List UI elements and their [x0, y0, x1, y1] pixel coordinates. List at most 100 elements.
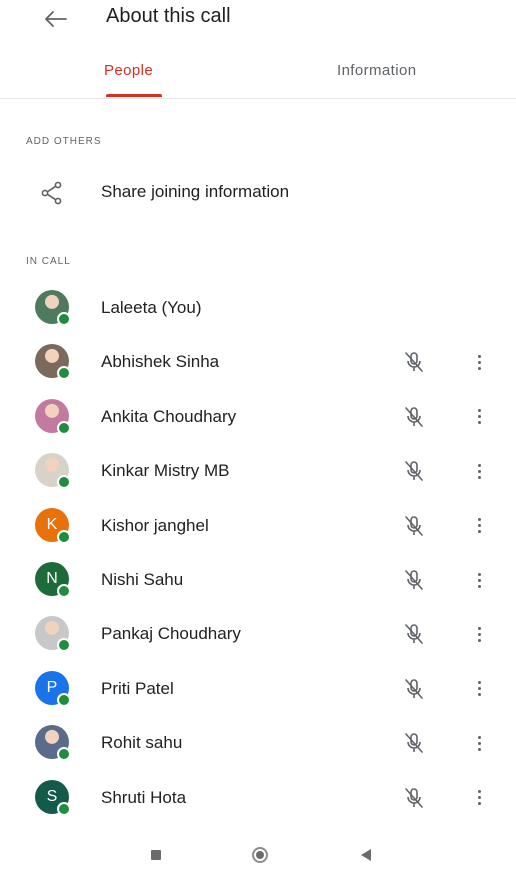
- more-dot: [477, 530, 481, 534]
- mic-off-icon[interactable]: [401, 621, 427, 647]
- participant-row[interactable]: Rohit sahu: [0, 717, 516, 771]
- share-joining-info-label: Share joining information: [101, 182, 290, 201]
- mic-off-icon[interactable]: [401, 676, 427, 702]
- online-status-dot: [57, 801, 71, 816]
- participant-row[interactable]: P Priti Patel: [0, 663, 516, 717]
- more-dot: [477, 415, 481, 419]
- more-dot: [477, 741, 481, 745]
- share-joining-info-button[interactable]: Share joining information: [0, 170, 516, 214]
- mic-off-icon[interactable]: [401, 458, 427, 484]
- online-status-dot: [57, 747, 71, 762]
- app-header: About this call: [0, 0, 516, 40]
- online-status-dot: [57, 638, 71, 653]
- avatar: N: [35, 562, 71, 598]
- online-status-dot: [57, 584, 71, 598]
- tab-information[interactable]: Information: [337, 62, 416, 79]
- more-options-icon[interactable]: [467, 513, 491, 539]
- more-dot: [477, 518, 481, 522]
- more-dot: [477, 421, 481, 425]
- participant-name: Kinkar Mistry MB: [101, 461, 230, 481]
- more-options-icon[interactable]: [467, 676, 491, 702]
- avatar: [35, 453, 71, 490]
- page-title: About this call: [106, 5, 231, 27]
- participant-name: Pankaj Choudhary: [101, 624, 241, 644]
- more-dot: [477, 366, 481, 370]
- avatar: [35, 290, 71, 326]
- mic-off-icon[interactable]: [401, 513, 427, 539]
- system-navigation-bar: [0, 832, 516, 870]
- participant-name: Rohit sahu: [101, 733, 183, 753]
- more-options-icon[interactable]: [467, 730, 491, 756]
- participant-name: Kishor janghel: [101, 515, 209, 535]
- more-dot: [477, 524, 481, 528]
- more-dot: [477, 796, 481, 800]
- more-dot: [477, 747, 481, 751]
- participant-row[interactable]: K Kishor janghel: [0, 500, 516, 554]
- participant-name: Abhishek Sinha: [101, 352, 220, 372]
- more-dot: [477, 578, 481, 582]
- tab-bar: People Information: [0, 50, 516, 99]
- more-dot: [477, 687, 481, 691]
- more-dot: [477, 463, 481, 467]
- online-status-dot: [57, 420, 71, 435]
- participant-row[interactable]: N Nishi Sahu: [0, 554, 516, 608]
- participant-row[interactable]: S Shruti Hota: [0, 772, 516, 826]
- participant-row[interactable]: Ankita Choudhary: [0, 391, 516, 445]
- avatar: [35, 344, 71, 381]
- more-dot: [477, 681, 481, 685]
- online-status-dot: [57, 366, 71, 381]
- avatar: K: [35, 507, 71, 544]
- more-options-icon[interactable]: [467, 458, 491, 484]
- more-options-icon[interactable]: [467, 567, 491, 593]
- avatar: [35, 398, 71, 435]
- more-options-icon[interactable]: [467, 404, 491, 430]
- participant-row[interactable]: Kinkar Mistry MB: [0, 445, 516, 499]
- more-dot: [477, 409, 481, 413]
- more-dot: [477, 802, 481, 806]
- more-dot: [477, 638, 481, 642]
- add-others-section-label: ADD OTHERS: [26, 136, 102, 147]
- in-call-section-label: IN CALL: [26, 256, 71, 267]
- more-dot: [477, 572, 481, 576]
- tab-people[interactable]: People: [104, 62, 153, 79]
- mic-off-icon[interactable]: [401, 404, 427, 430]
- participant-row[interactable]: Abhishek Sinha: [0, 336, 516, 390]
- participant-name: Laleeta (You): [101, 298, 202, 317]
- mic-off-icon[interactable]: [401, 349, 427, 375]
- square-icon[interactable]: [151, 850, 161, 860]
- mic-off-icon[interactable]: [401, 567, 427, 593]
- share-icon: [41, 181, 62, 205]
- avatar: [35, 616, 71, 653]
- more-dot: [477, 354, 481, 358]
- more-dot: [477, 626, 481, 630]
- participant-name: Nishi Sahu: [101, 570, 184, 589]
- participant-row[interactable]: Pankaj Choudhary: [0, 608, 516, 662]
- more-dot: [477, 632, 481, 636]
- active-tab-indicator: [106, 94, 162, 97]
- online-status-dot: [57, 312, 71, 326]
- more-dot: [477, 360, 481, 364]
- online-status-dot: [57, 529, 71, 544]
- participant-row[interactable]: Laleeta (You): [0, 282, 516, 336]
- triangle-back-icon[interactable]: [361, 849, 371, 861]
- more-dot: [477, 693, 481, 697]
- back-button[interactable]: [38, 4, 74, 34]
- more-options-icon[interactable]: [467, 621, 491, 647]
- more-dot: [477, 469, 481, 473]
- participant-name: Priti Patel: [101, 678, 174, 698]
- participant-name: Shruti Hota: [101, 787, 187, 807]
- participant-name: Ankita Choudhary: [101, 406, 237, 426]
- avatar: P: [35, 670, 71, 707]
- avatar: S: [35, 779, 71, 816]
- more-dot: [477, 790, 481, 794]
- more-options-icon[interactable]: [467, 349, 491, 375]
- more-options-icon[interactable]: [467, 785, 491, 811]
- more-dot: [477, 584, 481, 588]
- mic-off-icon[interactable]: [401, 785, 427, 811]
- arrow-left-icon: [45, 11, 67, 27]
- online-status-dot: [57, 692, 71, 707]
- circle-icon[interactable]: [252, 847, 268, 863]
- more-dot: [477, 475, 481, 479]
- avatar: [35, 725, 71, 762]
- mic-off-icon[interactable]: [401, 730, 427, 756]
